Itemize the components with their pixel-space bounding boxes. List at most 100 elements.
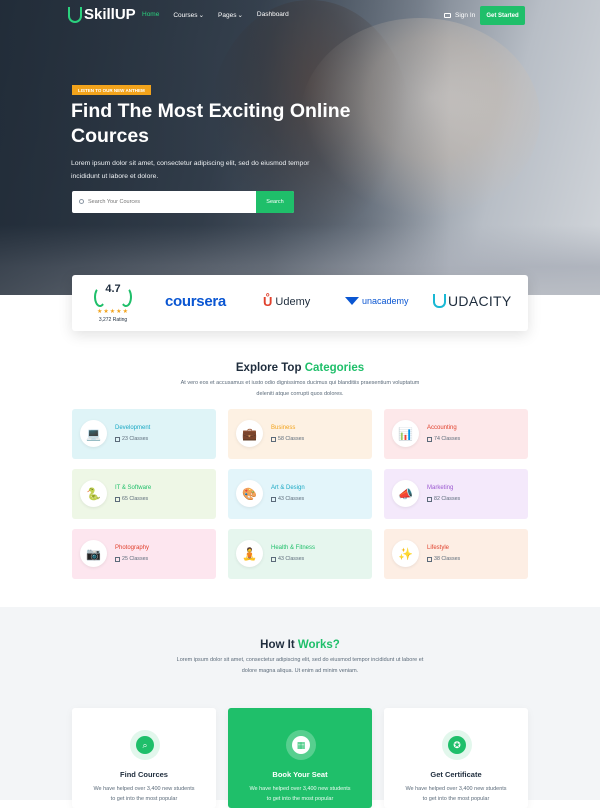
unacademy-mark-icon [345,297,359,305]
step-card[interactable]: ▦ Book Your Seat We have helped over 3,400… [228,708,372,808]
get-started-button[interactable]: Get Started [480,6,525,25]
category-class-count: 65 Classes [115,496,148,502]
category-card[interactable]: 🐍 IT & Software 65 Classes [72,469,216,519]
step-title: Find Cources [120,770,168,779]
chevron-down-icon: ⌄ [237,12,243,19]
step-description: We have helped over 3,400 new students t… [249,786,351,802]
category-name: Development [115,425,151,431]
laptop-icon: 💻 [80,420,107,447]
fitness-icon: 🧘 [236,540,263,567]
user-icon [444,13,451,18]
nav-link-pages[interactable]: Pages⌄ [218,11,243,19]
category-card[interactable]: 🎨 Art & Design 43 Classes [228,469,372,519]
step-icon-ring: ▦ [286,730,316,760]
step-description: We have helped over 3,400 new students t… [405,786,507,802]
hero-title: Find The Most Exciting Online Cources [71,100,351,147]
category-class-count: 74 Classes [427,436,460,442]
category-class-count: 58 Classes [271,436,304,442]
partners-bar: 4.7 ★★★★★ 3,272 Rating coursera Ů Udemy u… [72,275,528,331]
category-name: Art & Design [271,485,305,491]
logo-icon [68,6,82,23]
categories-subtitle: At vero eos et accusamus et iusto odio d… [180,380,420,397]
rating-count: 3,272 Rating [98,317,128,323]
calendar-icon [427,496,432,502]
udemy-mark-icon: Ů [263,294,273,309]
nav-link-pages-label: Pages [218,12,237,19]
categories-title: Explore Top Categories [0,362,600,374]
category-card[interactable]: 🧘 Health & Fitness 43 Classes [228,529,372,579]
udemy-logo-text: Udemy [275,295,311,308]
calendar-icon [427,556,432,562]
category-class-count: 43 Classes [271,556,304,562]
lifestyle-icon: ✨ [392,540,419,567]
step-icon-ring: ✪ [442,730,472,760]
category-card[interactable]: 💼 Business 58 Classes [228,409,372,459]
unacademy-logo-text: unacademy [362,296,409,306]
category-class-count: 82 Classes [427,496,460,502]
category-card[interactable]: 📷 Photography 25 Classes [72,529,216,579]
calendar-icon [115,556,120,562]
nav-link-dashboard[interactable]: Dashboard [257,11,289,19]
category-class-count-text: 65 Classes [122,496,149,502]
palette-icon: 🎨 [236,480,263,507]
hero-tag-badge: LISTEN TO OUR NEW ANTHEM [72,85,151,95]
category-name: Business [271,425,296,431]
category-class-count-text: 43 Classes [278,556,305,562]
search-icon [79,199,84,204]
nav-link-home[interactable]: Home [142,11,159,19]
signin-label: Sign In [455,12,476,19]
nav-link-courses[interactable]: Courses⌄ [173,11,204,19]
category-name: Lifestyle [427,545,450,551]
calendar-icon [115,496,120,502]
how-title-accent: Works? [297,639,340,651]
calendar-icon [271,556,276,562]
logo[interactable]: SkillUP [68,6,136,23]
coursera-logo: coursera [165,293,226,310]
nav-link-courses-label: Courses [173,12,198,19]
category-card[interactable]: 💻 Development 23 Classes [72,409,216,459]
category-name: IT & Software [115,485,152,491]
unacademy-logo: unacademy [345,296,409,306]
category-class-count-text: 25 Classes [122,556,149,562]
category-class-count: 25 Classes [115,556,148,562]
chart-icon: 📊 [392,420,419,447]
step-card[interactable]: ⌕ Find Cources We have helped over 3,400 n… [72,708,216,808]
logo-text: SkillUP [84,6,136,23]
category-class-count-text: 38 Classes [434,556,461,562]
category-class-count: 43 Classes [271,496,304,502]
category-card[interactable]: 📊 Accounting 74 Classes [384,409,528,459]
hero-search: Search [72,191,294,213]
rating-score: 4.7 [105,283,121,295]
category-class-count: 23 Classes [115,436,148,442]
category-class-count: 38 Classes [427,556,460,562]
category-class-count-text: 74 Classes [434,436,461,442]
search-button[interactable]: Search [256,191,294,213]
udacity-logo-text: UDACITY [448,293,512,309]
calendar-icon [271,496,276,502]
step-icon-ring: ⌕ [130,730,160,760]
calendar-icon [271,436,276,442]
calendar-icon: ▦ [292,736,310,754]
step-card[interactable]: ✪ Get Certificate We have helped over 3,40… [384,708,528,808]
step-description: We have helped over 3,400 new students t… [93,786,195,802]
how-subtitle: Lorem ipsum dolor sit amet, consectetur … [176,657,424,674]
category-name: Health & Fitness [271,545,316,551]
hero-section: SkillUP Home Courses⌄ Pages⌄ Dashboard S… [0,0,600,295]
category-name: Marketing [427,485,454,491]
python-icon: 🐍 [80,480,107,507]
category-class-count-text: 82 Classes [434,496,461,502]
search-icon: ⌕ [136,736,154,754]
how-title-prefix: How It [260,639,295,651]
category-card[interactable]: 📣 Marketing 82 Classes [384,469,528,519]
megaphone-icon: 📣 [392,480,419,507]
signin-link[interactable]: Sign In [444,12,475,19]
search-input[interactable] [88,195,248,209]
how-title: How It Works? [0,639,600,651]
udemy-logo: Ů Udemy [263,294,310,309]
step-title: Book Your Seat [272,770,328,779]
category-card[interactable]: ✨ Lifestyle 38 Classes [384,529,528,579]
step-title: Get Certificate [430,770,482,779]
categories-title-accent: Categories [304,362,365,374]
briefcase-icon: 💼 [236,420,263,447]
rating-stars: ★★★★★ [97,309,129,315]
